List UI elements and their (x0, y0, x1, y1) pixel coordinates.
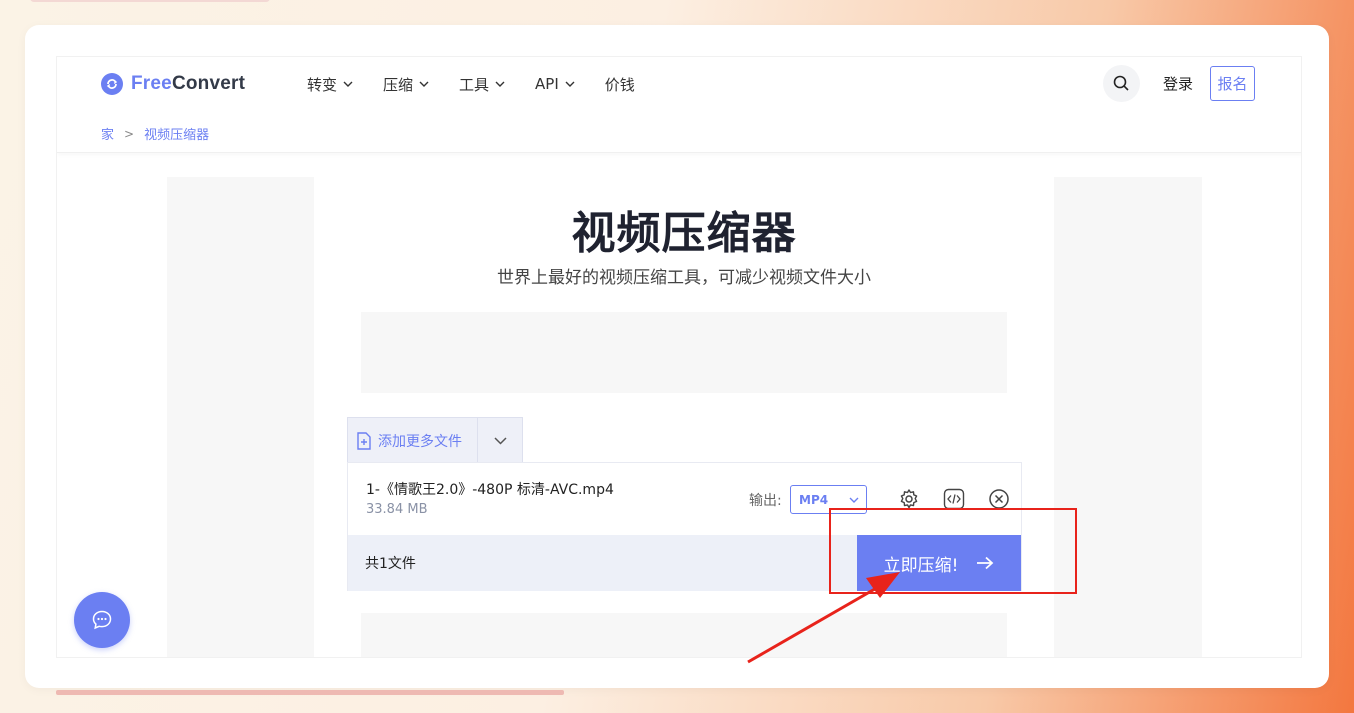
add-files-control: 添加更多文件 (347, 417, 523, 463)
nav-item-api[interactable]: API (535, 75, 575, 93)
top-decor-bar (30, 0, 270, 2)
chat-icon (92, 610, 112, 630)
page-subtitle: 世界上最好的视频压缩工具，可减少视频文件大小 (497, 268, 871, 288)
logo[interactable]: FreeConvert (101, 72, 245, 96)
nav-item-tools[interactable]: 工具 (459, 74, 505, 95)
page-title: 视频压缩器 (571, 208, 797, 259)
add-more-files-button[interactable]: 添加更多文件 (348, 418, 477, 463)
ad-placeholder-bottom (361, 613, 1007, 657)
search-icon (1113, 75, 1129, 91)
chevron-down-icon (849, 497, 859, 503)
add-files-dropdown[interactable] (477, 418, 522, 463)
nav-item-convert[interactable]: 转变 (307, 74, 353, 95)
logo-text: FreeConvert (131, 73, 246, 94)
ad-placeholder-top (361, 312, 1007, 393)
chevron-down-icon (494, 436, 507, 445)
breadcrumb: 家 > 视频压缩器 (101, 124, 209, 144)
chevron-down-icon (565, 81, 575, 87)
output-label: 输出: (749, 493, 782, 509)
chevron-down-icon (495, 81, 505, 87)
file-count: 共1文件 (365, 556, 416, 572)
login-link[interactable]: 登录 (1163, 73, 1193, 94)
breadcrumb-home[interactable]: 家 (101, 124, 114, 143)
add-file-icon (357, 431, 371, 450)
nav-item-pricing[interactable]: 价钱 (605, 74, 635, 95)
main-nav: 转变 压缩 工具 API 价钱 (307, 72, 665, 96)
chat-button[interactable] (74, 592, 130, 648)
gear-icon (900, 489, 918, 509)
ad-placeholder-left (167, 177, 314, 657)
screenshot-card: FreeConvert 转变 压缩 工具 API 价钱 登录 报名 家 > 视频… (25, 25, 1329, 688)
nav-item-compress[interactable]: 压缩 (383, 74, 429, 95)
page-frame: FreeConvert 转变 压缩 工具 API 价钱 登录 报名 家 > 视频… (56, 56, 1302, 658)
annotation-highlight-box (829, 508, 1077, 594)
breadcrumb-current[interactable]: 视频压缩器 (144, 124, 209, 143)
file-name: 1-《情歌王2.0》-480P 标清-AVC.mp4 (366, 482, 614, 498)
chevron-down-icon (419, 81, 429, 87)
chevron-right-icon: > (124, 126, 135, 141)
chevron-down-icon (343, 81, 353, 87)
code-icon (943, 488, 965, 510)
site-header: FreeConvert 转变 压缩 工具 API 价钱 登录 报名 家 > 视频… (57, 57, 1301, 153)
search-button[interactable] (1103, 65, 1140, 102)
bottom-decor-bar (56, 690, 564, 695)
file-size: 33.84 MB (366, 502, 428, 517)
close-circle-icon (989, 489, 1009, 509)
logo-icon (101, 73, 123, 95)
signup-button[interactable]: 报名 (1210, 66, 1255, 101)
